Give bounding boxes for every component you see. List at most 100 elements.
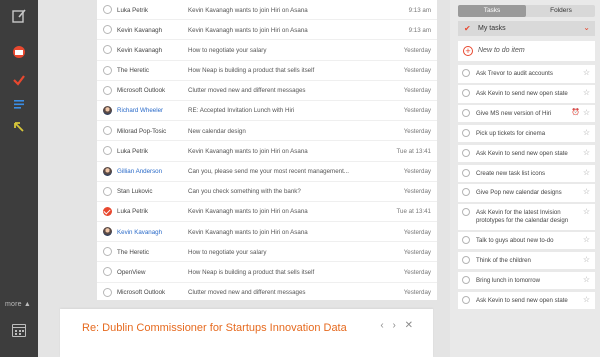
tab-folders[interactable]: Folders <box>527 5 595 17</box>
task-checkbox[interactable] <box>462 69 470 77</box>
star-icon[interactable]: ☆ <box>583 68 590 77</box>
task-item[interactable]: Ask Kevin to send new open state ☆ <box>458 84 595 103</box>
email-row[interactable]: Stan Lukovic Can you check something with… <box>97 182 437 202</box>
email-row[interactable]: Microsoft Outlook Clutter moved new and d… <box>97 283 437 300</box>
task-item[interactable]: Ask Kevin to send new open state ☆ <box>458 291 595 310</box>
email-date: Yesterday <box>403 228 431 236</box>
star-icon[interactable]: ☆ <box>583 88 590 97</box>
task-item[interactable]: Talk to guys about new to-do ☆ <box>458 231 595 250</box>
email-row[interactable]: Luka Petrik Kevin Kavanagh wants to join … <box>97 0 437 21</box>
close-icon[interactable]: ✕ <box>405 320 413 331</box>
email-sender: OpenView <box>117 268 146 276</box>
star-icon[interactable]: ☆ <box>583 295 590 304</box>
task-item[interactable]: Give Pop new calendar designs ☆ <box>458 184 595 203</box>
chevron-down-icon[interactable]: ⌄ <box>583 23 590 32</box>
email-row[interactable]: Gillian Anderson Can you, please send me … <box>97 162 437 182</box>
task-item[interactable]: Ask Kevin to send new open state ☆ <box>458 144 595 163</box>
email-date: Yesterday <box>403 87 431 95</box>
prev-icon[interactable]: ‹ <box>380 320 383 331</box>
mail-icon[interactable] <box>11 44 27 60</box>
new-todo-input[interactable]: + New to do item <box>458 41 595 61</box>
email-subject: Can you check something with the bank? <box>188 188 301 196</box>
task-checkbox[interactable] <box>462 255 470 264</box>
email-subject: Clutter moved new and different messages <box>188 87 306 95</box>
task-text: Bring lunch in tomorrow <box>476 276 541 284</box>
task-checkbox[interactable] <box>462 148 470 157</box>
email-subject: New calendar design <box>188 127 246 135</box>
email-subject: Kevin Kavanagh wants to join Hiri on Asa… <box>188 208 308 216</box>
task-checkbox[interactable] <box>462 235 470 244</box>
email-subject: RE: Accepted Invitation Lunch with Hiri <box>188 107 295 115</box>
tasks-check-icon[interactable] <box>11 72 27 88</box>
task-checkbox[interactable] <box>462 108 470 117</box>
task-checkbox[interactable] <box>462 168 470 177</box>
email-sender: Luka Petrik <box>117 208 148 216</box>
star-icon[interactable]: ☆ <box>583 207 590 216</box>
next-icon[interactable]: › <box>392 320 395 331</box>
star-icon[interactable]: ☆ <box>583 235 590 244</box>
task-text: Think of the children <box>476 256 531 264</box>
email-sender: Luka Petrik <box>117 147 148 155</box>
task-text: Create new task list icons <box>476 169 546 177</box>
task-text: Give Pop new calendar designs <box>476 189 562 197</box>
task-item[interactable]: Ask Trevor to audit accounts ☆ <box>458 65 595 83</box>
star-icon[interactable]: ☆ <box>583 187 590 196</box>
email-date: Tue at 13:41 <box>396 208 431 216</box>
contact-icon <box>103 146 112 156</box>
task-checkbox[interactable] <box>462 128 470 137</box>
reply-arrow-icon[interactable] <box>11 119 27 135</box>
contact-icon <box>103 25 112 35</box>
task-text: Pick up tickets for cinema <box>476 129 546 137</box>
email-subject: Kevin Kavanagh wants to join Hiri on Asa… <box>188 228 308 236</box>
reading-nav: ‹ › ✕ <box>374 320 413 331</box>
task-item[interactable]: Create new task list icons ☆ <box>458 164 595 183</box>
email-row[interactable]: Richard Wheeler RE: Accepted Invitation L… <box>97 101 437 122</box>
list-icon[interactable] <box>11 96 27 112</box>
more-label: more <box>5 301 22 308</box>
email-row[interactable]: Microsoft Outlook Clutter moved new and d… <box>97 81 437 101</box>
compose-icon[interactable] <box>11 8 27 24</box>
star-icon[interactable]: ☆ <box>583 168 590 177</box>
email-row[interactable]: Milorad Pop-Tosic New calendar design Yest… <box>97 121 437 142</box>
task-item[interactable]: Pick up tickets for cinema ☆ <box>458 124 595 143</box>
task-text: Ask Trevor to audit accounts <box>476 70 553 77</box>
email-sender: Gillian Anderson <box>117 168 163 175</box>
email-date: 9:13 am <box>408 6 431 14</box>
email-row[interactable]: Kevin Kavanagh How to negotiate your sala… <box>97 40 437 61</box>
email-row[interactable]: Luka Petrik Kevin Kavanagh wants to join … <box>97 141 437 162</box>
chevron-up-icon: ▲ <box>23 301 32 308</box>
task-list-title: My tasks <box>478 25 506 32</box>
email-row[interactable]: Kevin Kavanagh Kevin Kavanagh wants to jo… <box>97 222 437 243</box>
task-item[interactable]: Bring lunch in tomorrow ☆ <box>458 271 595 290</box>
task-item[interactable]: Think of the children ☆ <box>458 251 595 270</box>
new-todo-placeholder: New to do item <box>478 47 525 54</box>
panel-tabs: Tasks Folders <box>458 5 595 17</box>
task-checkbox[interactable] <box>462 88 470 97</box>
email-row[interactable]: Kevin Kavanagh Kevin Kavanagh wants to jo… <box>97 20 437 41</box>
star-icon[interactable]: ☆ <box>583 108 590 117</box>
task-item[interactable]: Ask Kevin for the latest Invision protot… <box>458 204 595 230</box>
task-text: Ask Kevin for the latest Invision protot… <box>476 209 569 224</box>
email-row[interactable]: OpenView How Neap is building a product t… <box>97 262 437 283</box>
email-date: Yesterday <box>403 127 431 135</box>
task-checkbox[interactable] <box>462 275 470 284</box>
task-checkbox[interactable] <box>462 295 470 304</box>
reading-subject: Re: Dublin Commissioner for Startups Inn… <box>82 322 347 334</box>
email-row[interactable]: The Heretic How to negotiate your salary Y… <box>97 242 437 263</box>
task-list-header[interactable]: ✔ My tasks ⌄ <box>458 21 595 36</box>
star-icon[interactable]: ☆ <box>583 275 590 284</box>
more-menu[interactable]: more ▲ <box>5 301 31 308</box>
email-sender: Milorad Pop-Tosic <box>117 127 167 135</box>
star-icon[interactable]: ☆ <box>583 148 590 157</box>
star-icon[interactable]: ☆ <box>583 255 590 264</box>
task-item[interactable]: Give MS new version of Hiri ⏰ ☆ <box>458 104 595 123</box>
tab-tasks[interactable]: Tasks <box>458 5 526 17</box>
email-sender: Microsoft Outlook <box>117 87 166 95</box>
calendar-icon[interactable] <box>12 324 26 337</box>
email-row[interactable]: Luka Petrik Kevin Kavanagh wants to join … <box>97 202 437 223</box>
contact-icon <box>103 85 112 95</box>
email-row[interactable]: The Heretic How Neap is building a produc… <box>97 61 437 81</box>
contact-icon <box>103 267 112 277</box>
email-sender: Stan Lukovic <box>117 188 153 196</box>
star-icon[interactable]: ☆ <box>583 128 590 137</box>
